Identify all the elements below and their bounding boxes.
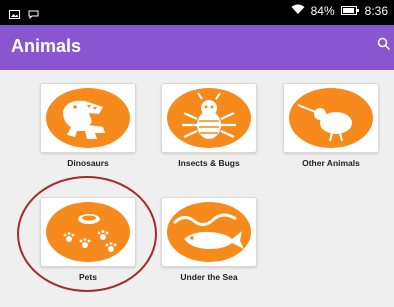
category-tile-other-animals[interactable]: [283, 83, 379, 153]
clock-time: 8:36: [364, 4, 388, 18]
wifi-icon: [291, 4, 305, 18]
category-label: Dinosaurs: [67, 158, 109, 168]
category-label: Other Animals: [302, 158, 360, 168]
pet-bowl-paws-icon: [45, 201, 131, 263]
category-label: Pets: [79, 272, 97, 282]
dinosaur-icon: [45, 87, 131, 149]
category-tile-dinosaurs[interactable]: [40, 83, 136, 153]
app-bar: Animals: [0, 25, 394, 70]
battery-percent: 84%: [310, 4, 335, 18]
kiwi-bird-icon: [288, 87, 374, 149]
status-bar: 84% 8:36: [0, 0, 394, 25]
page-title: Animals: [11, 36, 82, 56]
category-tile-insects-bugs[interactable]: [161, 83, 257, 153]
battery-icon: [340, 4, 359, 18]
bug-icon: [166, 87, 252, 149]
search-icon[interactable]: [377, 37, 391, 56]
category-tile-pets[interactable]: [40, 197, 136, 267]
message-icon: [28, 6, 39, 24]
category-tile-under-the-sea[interactable]: [161, 197, 257, 267]
fish-waves-icon: [166, 201, 252, 263]
image-icon: [9, 6, 20, 24]
category-label: Insects & Bugs: [178, 158, 240, 168]
category-label: Under the Sea: [180, 272, 238, 282]
